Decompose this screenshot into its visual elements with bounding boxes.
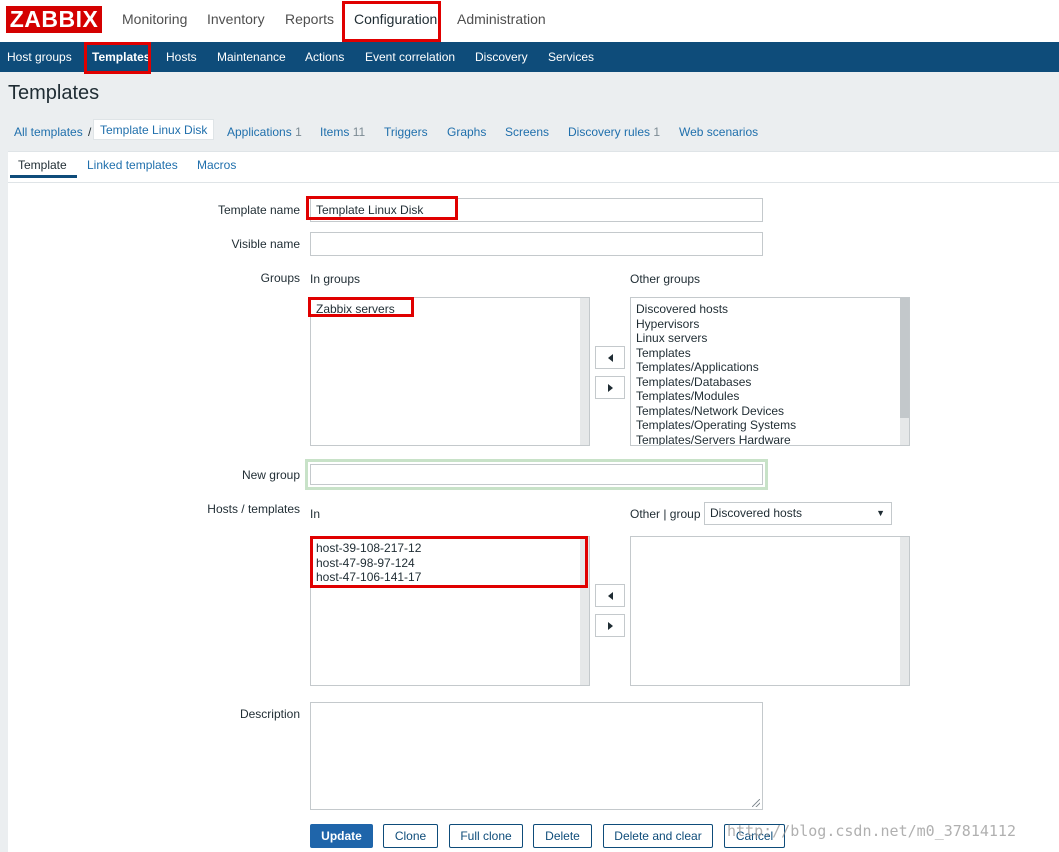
tab-triggers[interactable]: Triggers xyxy=(384,125,428,139)
in-groups-label: In groups xyxy=(310,272,361,286)
other-hosts-listbox[interactable] xyxy=(630,536,910,686)
nav-inventory[interactable]: Inventory xyxy=(207,0,265,42)
remove-host-button[interactable] xyxy=(595,614,625,637)
subnav-discovery[interactable]: Discovery xyxy=(475,42,528,72)
page-title: Templates xyxy=(8,82,100,104)
subnav-actions[interactable]: Actions xyxy=(305,42,344,72)
arrow-left-icon xyxy=(607,591,613,600)
full-clone-button[interactable]: Full clone xyxy=(449,824,523,848)
other-group-select[interactable]: Discovered hosts ▼ xyxy=(704,502,892,525)
tab-divider xyxy=(8,182,1059,183)
sub-navigation: Host groups Templates Hosts Maintenance … xyxy=(0,42,1059,72)
in-host-option[interactable]: host-47-98-97-124 xyxy=(316,556,584,571)
other-group-option[interactable]: Templates/Network Devices xyxy=(636,404,904,419)
zabbix-template-edit-page: ZABBIX Monitoring Inventory Reports Conf… xyxy=(0,0,1059,852)
remove-group-button[interactable] xyxy=(595,376,625,399)
description-label: Description xyxy=(239,707,300,721)
tab-discovery-rules-count: 1 xyxy=(653,125,661,139)
description-textarea[interactable] xyxy=(310,702,763,810)
resize-grip-icon[interactable] xyxy=(752,799,760,807)
breadcrumb-all-templates[interactable]: All templates xyxy=(14,125,83,139)
watermark: http://blog.csdn.net/m0_37814112 xyxy=(727,822,1016,840)
subnav-hosts[interactable]: Hosts xyxy=(166,42,197,72)
other-groups-scrollbar[interactable] xyxy=(900,298,909,445)
in-hosts-listbox[interactable]: host-39-108-217-12 host-47-98-97-124 hos… xyxy=(310,536,590,686)
form-tab-linked-templates[interactable]: Linked templates xyxy=(87,158,178,178)
other-group-option[interactable]: Templates/Servers Hardware xyxy=(636,433,904,446)
tab-discovery-rules-label: Discovery rules xyxy=(568,125,651,139)
new-group-label: New group xyxy=(241,468,300,482)
other-group-option[interactable]: Templates xyxy=(636,346,904,361)
delete-and-clear-button[interactable]: Delete and clear xyxy=(603,824,713,848)
tab-applications[interactable]: Applications 1 xyxy=(227,125,302,139)
in-groups-listbox[interactable]: Zabbix servers xyxy=(310,297,590,446)
new-group-field[interactable] xyxy=(305,459,768,490)
other-group-label: Other | group xyxy=(630,507,701,521)
tab-applications-count: 1 xyxy=(295,125,302,139)
other-groups-listbox[interactable]: Discovered hosts Hypervisors Linux serve… xyxy=(630,297,910,446)
other-group-option[interactable]: Templates/Operating Systems xyxy=(636,418,904,433)
subnav-event-correlation[interactable]: Event correlation xyxy=(365,42,455,72)
visible-name-label: Visible name xyxy=(231,237,300,251)
clone-button[interactable]: Clone xyxy=(383,824,438,848)
other-group-option[interactable]: Discovered hosts xyxy=(636,302,904,317)
template-name-input[interactable]: Template Linux Disk xyxy=(310,198,763,222)
other-group-select-value: Discovered hosts xyxy=(710,506,803,520)
subnav-services[interactable]: Services xyxy=(548,42,594,72)
arrow-right-icon xyxy=(607,383,613,392)
nav-reports[interactable]: Reports xyxy=(285,0,334,42)
update-button[interactable]: Update xyxy=(310,824,373,848)
other-groups-scroll-thumb[interactable] xyxy=(900,298,909,418)
other-groups-label: Other groups xyxy=(630,272,701,286)
other-group-option[interactable]: Linux servers xyxy=(636,331,904,346)
other-group-option[interactable]: Hypervisors xyxy=(636,317,904,332)
zabbix-logo[interactable]: ZABBIX xyxy=(6,6,102,33)
breadcrumb-separator: / xyxy=(88,125,92,139)
groups-label: Groups xyxy=(260,271,300,285)
add-group-button[interactable] xyxy=(595,346,625,369)
form-tab-macros[interactable]: Macros xyxy=(197,158,236,178)
add-host-button[interactable] xyxy=(595,584,625,607)
in-groups-scrollbar[interactable] xyxy=(580,298,589,445)
in-hosts-scrollbar[interactable] xyxy=(580,537,589,685)
tab-applications-label: Applications xyxy=(227,125,292,139)
other-group-option[interactable]: Templates/Databases xyxy=(636,375,904,390)
subnav-maintenance[interactable]: Maintenance xyxy=(217,42,286,72)
nav-configuration[interactable]: Configuration xyxy=(354,0,437,42)
form-tab-template[interactable]: Template xyxy=(10,158,77,178)
subnav-templates[interactable]: Templates xyxy=(92,42,150,72)
arrow-right-icon xyxy=(607,621,613,630)
tab-web-scenarios[interactable]: Web scenarios xyxy=(679,125,758,139)
new-group-input[interactable] xyxy=(310,464,763,485)
tab-items-count: 11 xyxy=(352,125,366,139)
nav-monitoring[interactable]: Monitoring xyxy=(122,0,187,42)
breadcrumb-current-template[interactable]: Template Linux Disk xyxy=(93,119,215,140)
delete-button[interactable]: Delete xyxy=(533,824,592,848)
in-groups-option[interactable]: Zabbix servers xyxy=(316,302,584,317)
in-host-option[interactable]: host-39-108-217-12 xyxy=(316,541,584,556)
hosts-templates-label: Hosts / templates xyxy=(207,502,300,516)
nav-administration[interactable]: Administration xyxy=(457,0,546,42)
in-host-option[interactable]: host-47-106-141-17 xyxy=(316,570,584,585)
other-group-option[interactable]: Templates/Applications xyxy=(636,360,904,375)
arrow-left-icon xyxy=(607,353,613,362)
subnav-host-groups[interactable]: Host groups xyxy=(7,42,72,72)
tab-screens[interactable]: Screens xyxy=(505,125,549,139)
top-header: ZABBIX Monitoring Inventory Reports Conf… xyxy=(0,0,1059,42)
template-name-label: Template name xyxy=(217,203,300,217)
tab-items-label: Items xyxy=(320,125,350,139)
tab-discovery-rules[interactable]: Discovery rules 1 xyxy=(568,125,660,139)
other-group-option[interactable]: Templates/Modules xyxy=(636,389,904,404)
tab-items[interactable]: Items 11 xyxy=(320,125,365,139)
tab-graphs[interactable]: Graphs xyxy=(447,125,486,139)
dropdown-caret-icon: ▼ xyxy=(876,508,885,518)
other-hosts-scrollbar[interactable] xyxy=(900,537,909,685)
in-hosts-label: In xyxy=(310,507,321,521)
visible-name-input[interactable] xyxy=(310,232,763,256)
breadcrumb: All templates / Template Linux Disk Appl… xyxy=(0,116,1059,150)
